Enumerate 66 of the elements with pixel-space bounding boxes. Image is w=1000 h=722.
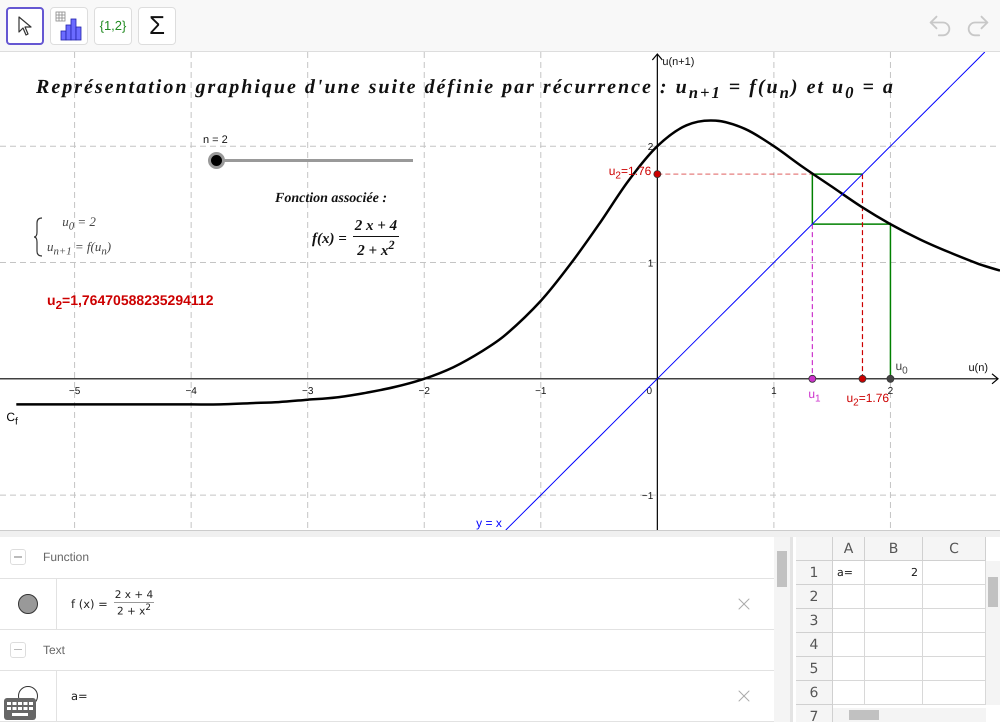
point-label: u$_{0}$ [895, 358, 908, 376]
row-header[interactable]: 4 [796, 633, 833, 657]
tick-label: −2 [418, 386, 430, 397]
tick-label: −3 [302, 386, 314, 397]
table-cell[interactable] [865, 585, 923, 609]
column-header[interactable]: B [865, 537, 923, 561]
tick-label: −1 [535, 386, 546, 397]
row-header[interactable]: 3 [796, 609, 833, 633]
table-cell[interactable] [865, 681, 923, 705]
tool-button[interactable]: {1,2} [94, 6, 132, 44]
curve-label: C$_{f}$ [6, 410, 18, 428]
table-cell[interactable] [833, 609, 865, 633]
table-cell[interactable]: 2 [865, 561, 923, 585]
function-formula: f(x) = 2 x + 4 2 + x$^{2}$ [312, 218, 400, 260]
column-header[interactable]: A [833, 537, 865, 561]
tool-button[interactable] [6, 6, 44, 44]
table-cell[interactable] [833, 633, 865, 657]
slider-label: n = 2 [203, 134, 228, 146]
point-marker[interactable] [653, 170, 662, 178]
tick-label: −1 [642, 491, 654, 502]
scrollbar[interactable] [833, 708, 986, 722]
scrollbar[interactable] [986, 561, 1000, 705]
graph-title: Représentation graphique d'une suite définie par récurrence : u$_{n+1}$ = f(u$_{n}$) et u$_{0}$ = a [36, 76, 895, 103]
tick-label: 1 [648, 258, 654, 270]
axis-label: u(n) [968, 362, 988, 374]
scrollbar[interactable] [774, 537, 790, 722]
tick-label: 2 [888, 386, 894, 397]
point-marker[interactable] [886, 374, 894, 383]
bar-chart-icon [55, 10, 83, 40]
keyboard-icon[interactable] [4, 698, 36, 720]
table-cell[interactable]: a= [833, 561, 865, 585]
point-label: u$_{2}$=1.76 [846, 390, 890, 408]
brace-icon [33, 216, 43, 257]
equation-line: u$_{n+1}$ = f(u$_{n}$) [47, 238, 112, 260]
table-cell[interactable] [865, 609, 923, 633]
row-header[interactable]: 6 [796, 681, 833, 705]
equation-line: u$_{0}$ = 2 [62, 213, 96, 235]
row-header[interactable]: 7 [796, 705, 833, 722]
table-cell[interactable] [833, 657, 865, 681]
point-label: u$_{1}$ [808, 386, 821, 404]
tick-label: −5 [68, 386, 80, 397]
tick-label: 2 [648, 142, 654, 154]
group-title: Function [43, 550, 90, 564]
collapse-toggle[interactable] [10, 642, 26, 658]
result-text: u$_{2}$=1,76470588235294112 [47, 292, 214, 312]
table-cell[interactable] [833, 681, 865, 705]
point-marker[interactable] [858, 374, 866, 383]
curve-label: y = x [476, 516, 502, 530]
tick-label: 1 [771, 386, 777, 397]
slider-thumb[interactable] [208, 152, 225, 169]
axis-label: u(n+1) [662, 56, 694, 68]
collapse-toggle[interactable] [10, 549, 26, 566]
row-header[interactable]: 5 [796, 657, 833, 681]
tick-label: −4 [185, 386, 197, 397]
column-header[interactable]: C [923, 537, 986, 561]
formula-heading: Fonction associée : [275, 191, 387, 207]
pointer-icon [17, 16, 33, 36]
table-cell[interactable] [865, 657, 923, 681]
table-cell[interactable] [865, 633, 923, 657]
row-header[interactable]: 1 [796, 561, 833, 585]
group-title: Text [43, 642, 66, 657]
visibility-toggle[interactable] [18, 594, 38, 614]
table-cell[interactable] [833, 585, 865, 609]
tool-button[interactable]: Σ [138, 6, 176, 44]
row-header[interactable]: 2 [796, 585, 833, 609]
point-marker[interactable] [808, 374, 816, 383]
